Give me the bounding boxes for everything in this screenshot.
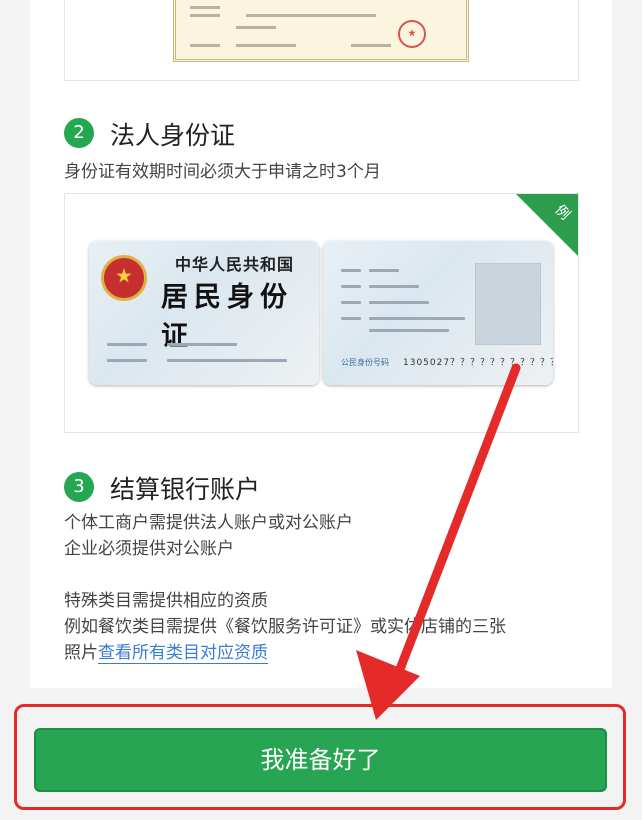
section-title-id-card: 法人身份证 <box>110 121 236 150</box>
view-all-qualifications-link[interactable]: 查看所有类目对应资质 <box>98 643 268 664</box>
bank-account-line-2: 企业必须提供对公账户 <box>64 539 234 559</box>
bank-account-line-1: 个体工商户需提供法人账户或对公账户 <box>64 513 353 533</box>
id-card-back-image: 公民身份号码 1305027？？？？？？？？？？？ <box>323 241 553 385</box>
step-number-3: 3 <box>64 472 94 502</box>
section-desc-id-card: 身份证有效期时间必须大于申请之时3个月 <box>64 162 381 182</box>
id-card-front-title: 中华人民共和国 <box>175 255 295 274</box>
step-number-2: 2 <box>64 118 94 148</box>
ready-button[interactable]: 我准备好了 <box>34 728 607 792</box>
id-number-label: 公民身份号码 <box>341 358 389 367</box>
red-seal-icon <box>398 20 426 48</box>
business-license-sample <box>64 0 579 81</box>
id-card-front-subtitle: 居民身份证 <box>161 282 293 352</box>
photos-text: 照片 <box>64 643 98 663</box>
id-card-front-image: 中华人民共和国 居民身份证 <box>89 241 319 385</box>
id-card-sample: 例 中华人民共和国 居民身份证 公民身份号码 1305027？？？？？？？？？？… <box>64 193 579 433</box>
national-emblem-icon <box>101 255 147 301</box>
id-number-value: 1305027？？？？？？？？？？？ <box>403 358 553 368</box>
special-category-line-1: 特殊类目需提供相应的资质 <box>64 591 268 611</box>
special-category-line-2: 例如餐饮类目需提供《餐饮服务许可证》或实体店铺的三张 <box>64 617 506 637</box>
section-title-bank-account: 结算银行账户 <box>110 475 261 504</box>
license-document-image <box>173 0 469 62</box>
special-category-line-3: 照片查看所有类目对应资质 <box>64 642 268 664</box>
id-photo-placeholder <box>475 263 541 345</box>
